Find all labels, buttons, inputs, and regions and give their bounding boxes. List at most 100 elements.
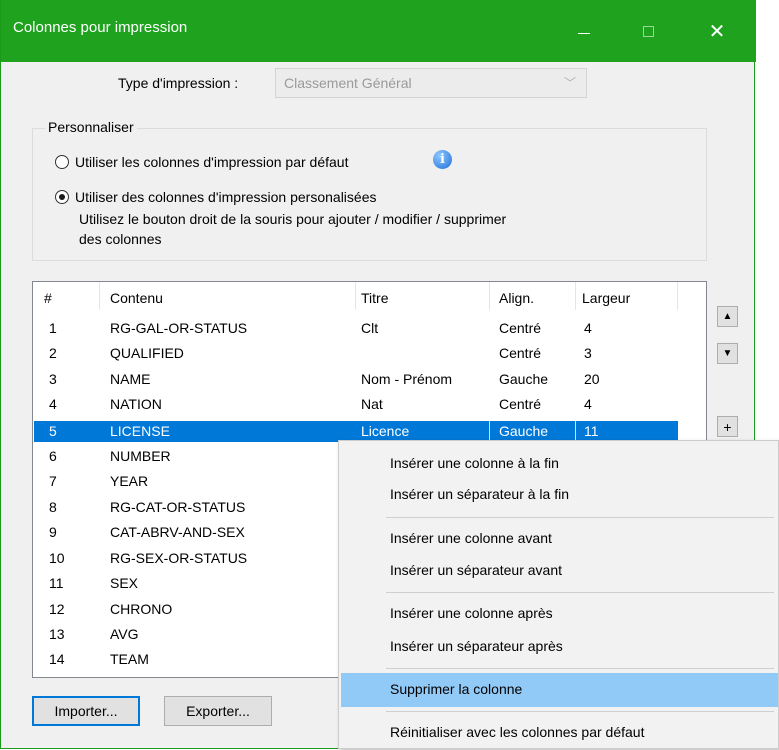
radio-custom-label[interactable]: Utiliser des colonnes d'impression perso… — [75, 189, 377, 205]
arrow-down-icon: ▼ — [722, 348, 733, 359]
menu-item-insert-separator-end[interactable]: Insérer un séparateur à la fin — [341, 478, 778, 512]
menu-separator — [386, 668, 774, 669]
cell-contenu: YEAR — [110, 473, 149, 489]
move-up-button[interactable]: ▲ — [717, 306, 738, 327]
cell-titre: Clt — [361, 320, 379, 336]
print-type-value: Classement Général — [284, 75, 412, 91]
menu-item-insert-column-before[interactable]: Insérer une colonne avant — [341, 522, 778, 556]
menu-item-insert-column-after[interactable]: Insérer une colonne après — [341, 597, 778, 631]
menu-item-delete-column[interactable]: Supprimer la colonne — [341, 673, 778, 707]
cell-contenu: NATION — [110, 396, 162, 412]
header-divider — [677, 282, 678, 310]
radio-custom-columns[interactable] — [55, 190, 69, 204]
cell-align: Gauche — [499, 371, 549, 387]
menu-item-label: Insérer une colonne à la fin — [390, 455, 559, 471]
table-row[interactable]: 3 NAME Nom - Prénom Gauche 20 — [34, 369, 678, 390]
menu-item-insert-column-end[interactable]: Insérer une colonne à la fin — [341, 447, 778, 481]
table-row[interactable]: 2 QUALIFIED Centré 3 — [34, 343, 678, 364]
menu-item-insert-separator-after[interactable]: Insérer un séparateur après — [341, 630, 778, 664]
cell-titre: Licence — [361, 423, 410, 439]
menu-separator — [386, 517, 774, 518]
cell-num: 5 — [49, 423, 57, 439]
window-title: Colonnes pour impression — [13, 19, 188, 36]
title-bar[interactable]: Colonnes pour impression ✕ — [1, 0, 756, 62]
move-down-button[interactable]: ▼ — [717, 343, 738, 364]
cell-largeur: 4 — [584, 396, 592, 412]
cell-titre: Nat — [361, 396, 383, 412]
header-titre[interactable]: Titre — [361, 290, 388, 306]
menu-item-label: Insérer un séparateur avant — [390, 562, 562, 578]
cell-num: 9 — [49, 524, 57, 540]
arrow-up-icon: ▲ — [722, 311, 733, 322]
export-button[interactable]: Exporter... — [164, 696, 272, 726]
menu-item-label: Supprimer la colonne — [390, 681, 523, 697]
cell-contenu: CAT-ABRV-AND-SEX — [110, 524, 245, 540]
table-row[interactable]: 1 RG-GAL-OR-STATUS Clt Centré 4 — [34, 318, 678, 339]
cell-align: Centré — [499, 320, 542, 336]
cell-contenu: NAME — [110, 371, 151, 387]
cell-num: 11 — [49, 575, 64, 591]
cell-contenu: QUALIFIED — [110, 345, 184, 361]
import-button[interactable]: Importer... — [32, 696, 140, 726]
print-type-label: Type d'impression : — [118, 75, 239, 91]
cell-largeur: 3 — [584, 345, 592, 361]
cell-contenu: CHRONO — [110, 601, 173, 617]
menu-item-label: Insérer un séparateur après — [390, 638, 563, 654]
minimize-button[interactable] — [561, 0, 607, 62]
header-num[interactable]: # — [44, 290, 52, 306]
personalize-legend: Personnaliser — [45, 119, 137, 135]
menu-item-label: Réinitialiser avec les colonnes par défa… — [390, 724, 645, 740]
help-text-line1: Utilisez le bouton droit de la souris po… — [79, 211, 507, 227]
maximize-icon — [642, 25, 654, 37]
cell-largeur: 4 — [584, 320, 592, 336]
cell-num: 3 — [49, 371, 57, 387]
add-column-button[interactable]: + — [717, 416, 738, 437]
cell-largeur: 11 — [584, 423, 599, 439]
header-divider — [99, 282, 100, 310]
header-divider — [575, 282, 576, 310]
info-icon[interactable]: i — [433, 150, 452, 169]
chevron-down-icon: ﹀ — [563, 76, 576, 90]
cell-num: 7 — [49, 473, 57, 489]
cell-num: 8 — [49, 499, 57, 515]
cell-num: 1 — [49, 320, 57, 336]
cell-num: 6 — [49, 448, 57, 464]
help-text-line2: des colonnes — [79, 231, 162, 247]
table-row[interactable]: 4 NATION Nat Centré 4 — [34, 394, 678, 415]
menu-separator — [386, 592, 774, 593]
cell-num: 4 — [49, 396, 57, 412]
plus-icon: + — [723, 418, 732, 435]
header-contenu[interactable]: Contenu — [110, 290, 163, 306]
table-row-selected[interactable]: 5 LICENSE Licence Gauche 11 — [34, 421, 678, 442]
cell-contenu: AVG — [110, 626, 139, 642]
maximize-button[interactable] — [625, 0, 671, 62]
cell-divider — [575, 421, 576, 442]
cell-contenu: RG-GAL-OR-STATUS — [110, 320, 248, 336]
cell-align: Centré — [499, 396, 542, 412]
export-button-label: Exporter... — [186, 703, 250, 719]
print-type-select[interactable]: Classement Général ﹀ — [275, 68, 587, 98]
header-divider — [489, 282, 490, 310]
menu-item-label: Insérer un séparateur à la fin — [390, 486, 569, 502]
radio-default-columns[interactable] — [55, 155, 69, 169]
import-button-label: Importer... — [54, 703, 118, 719]
cell-contenu: RG-SEX-OR-STATUS — [110, 550, 248, 566]
minimize-icon — [578, 32, 590, 34]
menu-item-insert-separator-before[interactable]: Insérer un séparateur avant — [341, 554, 778, 588]
close-icon: ✕ — [708, 20, 726, 43]
cell-contenu: SEX — [110, 575, 139, 591]
header-align[interactable]: Align. — [499, 290, 534, 306]
menu-separator — [386, 711, 774, 712]
cell-align: Gauche — [499, 423, 549, 439]
radio-default-label[interactable]: Utiliser les colonnes d'impression par d… — [75, 154, 348, 170]
cell-titre: Nom - Prénom — [361, 371, 453, 387]
header-largeur[interactable]: Largeur — [582, 290, 630, 306]
header-divider — [355, 282, 356, 310]
cell-num: 14 — [49, 651, 65, 667]
menu-item-reset-default-columns[interactable]: Réinitialiser avec les colonnes par défa… — [341, 716, 778, 750]
menu-item-label: Insérer une colonne avant — [390, 530, 552, 546]
close-button[interactable]: ✕ — [694, 0, 740, 62]
cell-contenu: TEAM — [110, 651, 149, 667]
menu-item-label: Insérer une colonne après — [390, 605, 553, 621]
cell-num: 12 — [49, 601, 65, 617]
